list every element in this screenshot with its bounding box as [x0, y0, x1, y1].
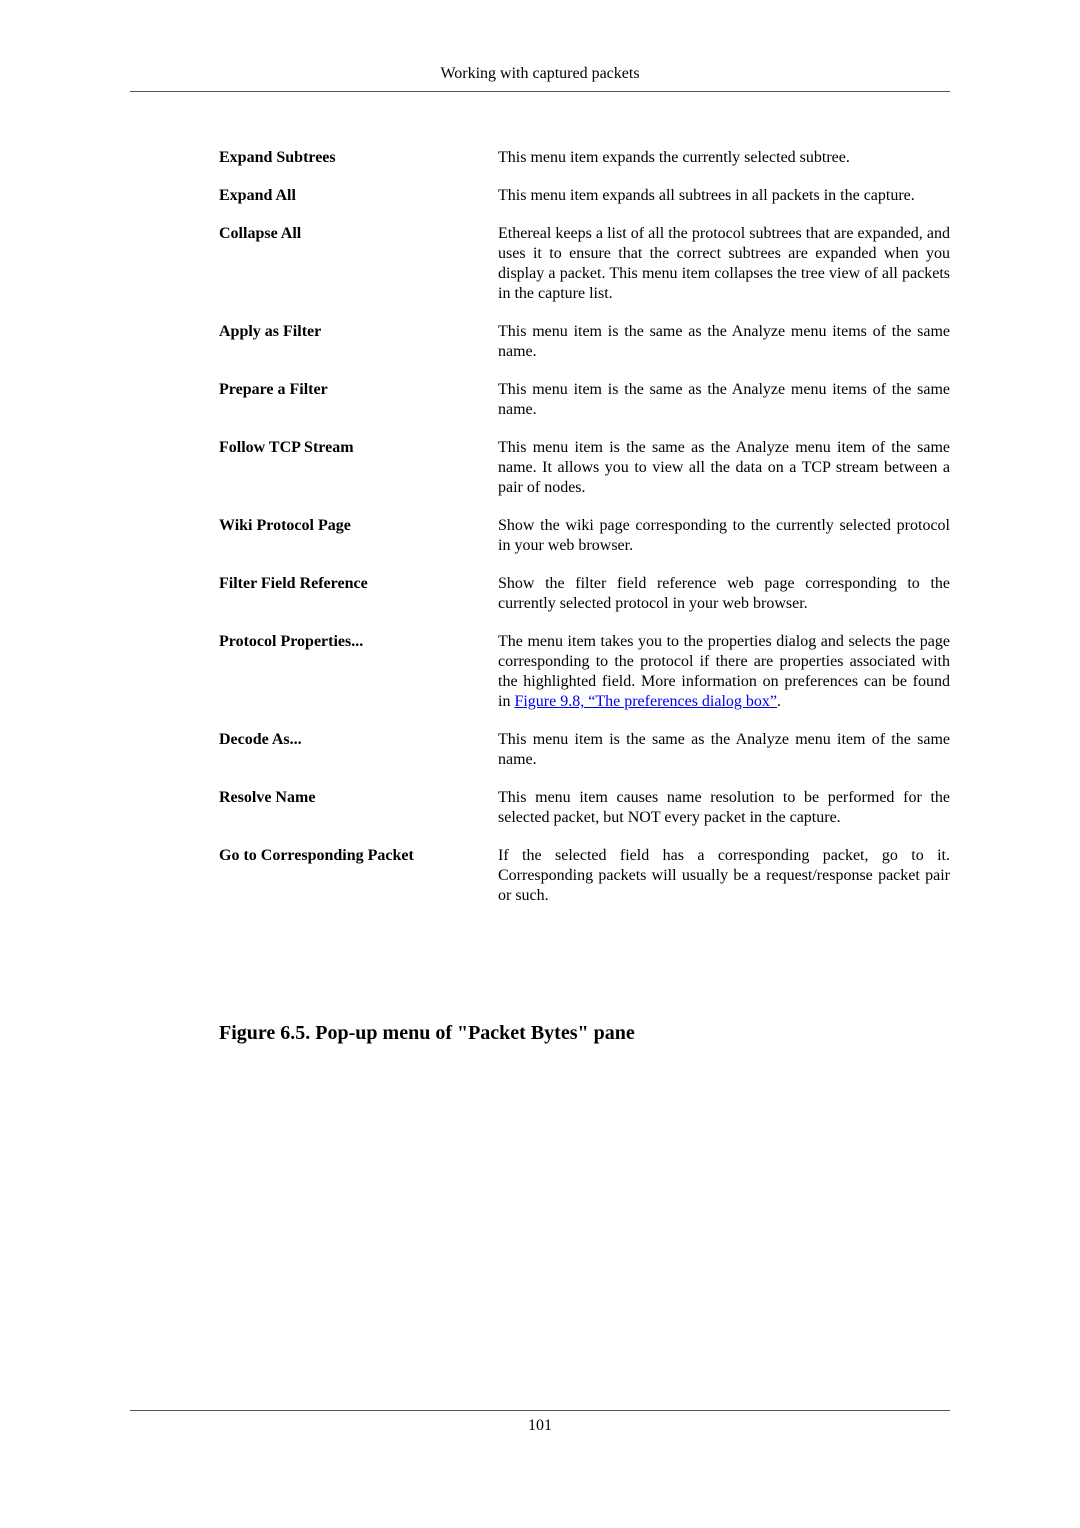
definition-entry: Apply as Filter This menu item is the sa…	[219, 322, 950, 362]
preferences-dialog-link[interactable]: Figure 9.8, “The preferences dialog box”	[514, 693, 777, 710]
definition-suffix: .	[777, 693, 782, 710]
definition-entry: Prepare a Filter This menu item is the s…	[219, 380, 950, 420]
definition: If the selected field has a correspondin…	[498, 847, 950, 904]
running-header: Working with captured packets	[440, 65, 640, 82]
definition-entry: Expand All This menu item expands all su…	[219, 186, 950, 206]
term-wiki-protocol-page: Wiki Protocol Page	[219, 517, 351, 534]
term-collapse-all: Collapse All	[219, 225, 302, 242]
definition: This menu item is the same as the Analyz…	[498, 323, 950, 360]
definition-entry: Expand Subtrees This menu item expands t…	[219, 148, 950, 168]
definition: This menu item is the same as the Analyz…	[498, 439, 950, 496]
figure-title: Figure 6.5. Pop-up menu of "Packet Bytes…	[219, 1022, 635, 1044]
footer-rule	[130, 1410, 950, 1411]
definition-entry: Collapse All Ethereal keeps a list of al…	[219, 224, 950, 304]
definition-entry: Decode As... This menu item is the same …	[219, 730, 950, 770]
term-protocol-properties: Protocol Properties...	[219, 633, 364, 650]
definition: This menu item expands the currently sel…	[498, 149, 850, 166]
definition-entry: Follow TCP Stream This menu item is the …	[219, 438, 950, 498]
definition-entry: Go to Corresponding Packet If the select…	[219, 846, 950, 906]
definition: Show the wiki page corresponding to the …	[498, 517, 950, 554]
term-filter-field-reference: Filter Field Reference	[219, 575, 368, 592]
definition: Show the filter field reference web page…	[498, 575, 950, 612]
definition: This menu item is the same as the Analyz…	[498, 381, 950, 418]
term-prepare-a-filter: Prepare a Filter	[219, 381, 328, 398]
definition-entry: Resolve Name This menu item causes name …	[219, 788, 950, 828]
term-expand-all: Expand All	[219, 187, 296, 204]
term-resolve-name: Resolve Name	[219, 789, 316, 806]
definition: The menu item takes you to the propertie…	[498, 632, 950, 712]
definition: This menu item causes name resolution to…	[498, 789, 950, 826]
term-apply-as-filter: Apply as Filter	[219, 323, 322, 340]
term-decode-as: Decode As...	[219, 731, 302, 748]
header-rule	[130, 91, 950, 92]
page-number: 101	[528, 1417, 552, 1434]
term-follow-tcp-stream: Follow TCP Stream	[219, 439, 354, 456]
definition: This menu item expands all subtrees in a…	[498, 187, 915, 204]
term-expand-subtrees: Expand Subtrees	[219, 149, 336, 166]
definition: Ethereal keeps a list of all the protoco…	[498, 225, 950, 302]
term-go-to-corresponding-packet: Go to Corresponding Packet	[219, 847, 414, 864]
definition-entry: Filter Field Reference Show the filter f…	[219, 574, 950, 614]
definition: This menu item is the same as the Analyz…	[498, 731, 950, 768]
definition-entry: Wiki Protocol Page Show the wiki page co…	[219, 516, 950, 556]
menu-item-definition-list: Expand Subtrees This menu item expands t…	[219, 148, 950, 924]
definition-entry: Protocol Properties... The menu item tak…	[219, 632, 950, 712]
